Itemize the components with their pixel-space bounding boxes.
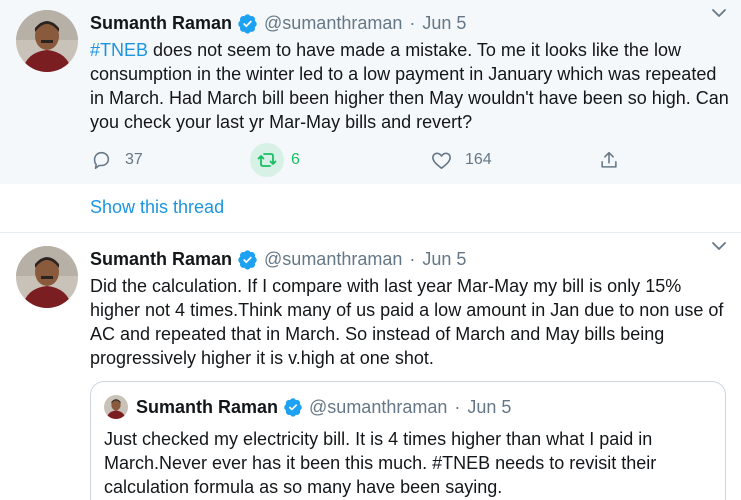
reply-count: 37 — [125, 151, 143, 168]
tweet-1[interactable]: Sumanth Raman @sumanthraman · Jun 5 #TNE… — [0, 0, 741, 184]
chevron-down-icon[interactable] — [709, 236, 729, 256]
tweet-text: #TNEB does not seem to have made a mista… — [90, 38, 730, 134]
quoted-tweet-date: Jun 5 — [467, 396, 512, 417]
author-handle[interactable]: @sumanthraman — [264, 249, 402, 270]
retweet-button[interactable]: 6 — [250, 143, 300, 177]
tweet-header: Sumanth Raman @sumanthraman · Jun 5 — [90, 12, 725, 34]
show-thread-label[interactable]: Show this thread — [90, 197, 224, 218]
quoted-author-handle: @sumanthraman — [309, 396, 448, 417]
separator-dot: · — [454, 396, 461, 417]
retweet-icon — [250, 143, 284, 177]
quoted-avatar — [104, 395, 128, 419]
hashtag-link[interactable]: #TNEB — [90, 40, 148, 60]
tweet-2[interactable]: Sumanth Raman @sumanthraman · Jun 5 Did … — [0, 232, 741, 500]
tweet-text-body: does not seem to have made a mistake. To… — [90, 40, 729, 132]
avatar[interactable] — [16, 246, 78, 308]
retweet-count: 6 — [291, 151, 300, 168]
tweet-date[interactable]: Jun 5 — [422, 13, 466, 34]
author-handle[interactable]: @sumanthraman — [264, 13, 402, 34]
like-button[interactable]: 164 — [424, 143, 492, 177]
quoted-tweet-text: Just checked my electricity bill. It is … — [104, 429, 657, 497]
share-icon — [592, 143, 626, 177]
show-thread-link[interactable]: Show this thread — [0, 184, 741, 232]
quoted-tweet-header: Sumanth Raman @sumanthraman · Jun 5 — [104, 395, 512, 419]
tweet-text: Did the calculation. If I compare with l… — [90, 276, 724, 368]
like-count: 164 — [465, 151, 492, 168]
avatar[interactable] — [16, 10, 78, 72]
reply-icon — [84, 143, 118, 177]
share-button[interactable] — [592, 143, 626, 177]
tweet-date[interactable]: Jun 5 — [422, 249, 466, 270]
separator-dot: · — [409, 12, 416, 33]
author-name[interactable]: Sumanth Raman — [90, 13, 232, 34]
quoted-author-name: Sumanth Raman — [136, 396, 279, 417]
verified-badge-icon — [237, 249, 258, 270]
separator-dot: · — [409, 248, 416, 269]
reply-button[interactable]: 37 — [84, 143, 143, 177]
tweet-header: Sumanth Raman @sumanthraman · Jun 5 — [90, 248, 725, 270]
author-name[interactable]: Sumanth Raman — [90, 249, 232, 270]
verified-badge-icon — [237, 13, 258, 34]
heart-icon — [424, 143, 458, 177]
chevron-down-icon[interactable] — [709, 3, 729, 23]
quoted-tweet[interactable]: Sumanth Raman @sumanthraman · Jun 5 Just… — [90, 381, 726, 500]
verified-badge-icon — [283, 397, 303, 417]
